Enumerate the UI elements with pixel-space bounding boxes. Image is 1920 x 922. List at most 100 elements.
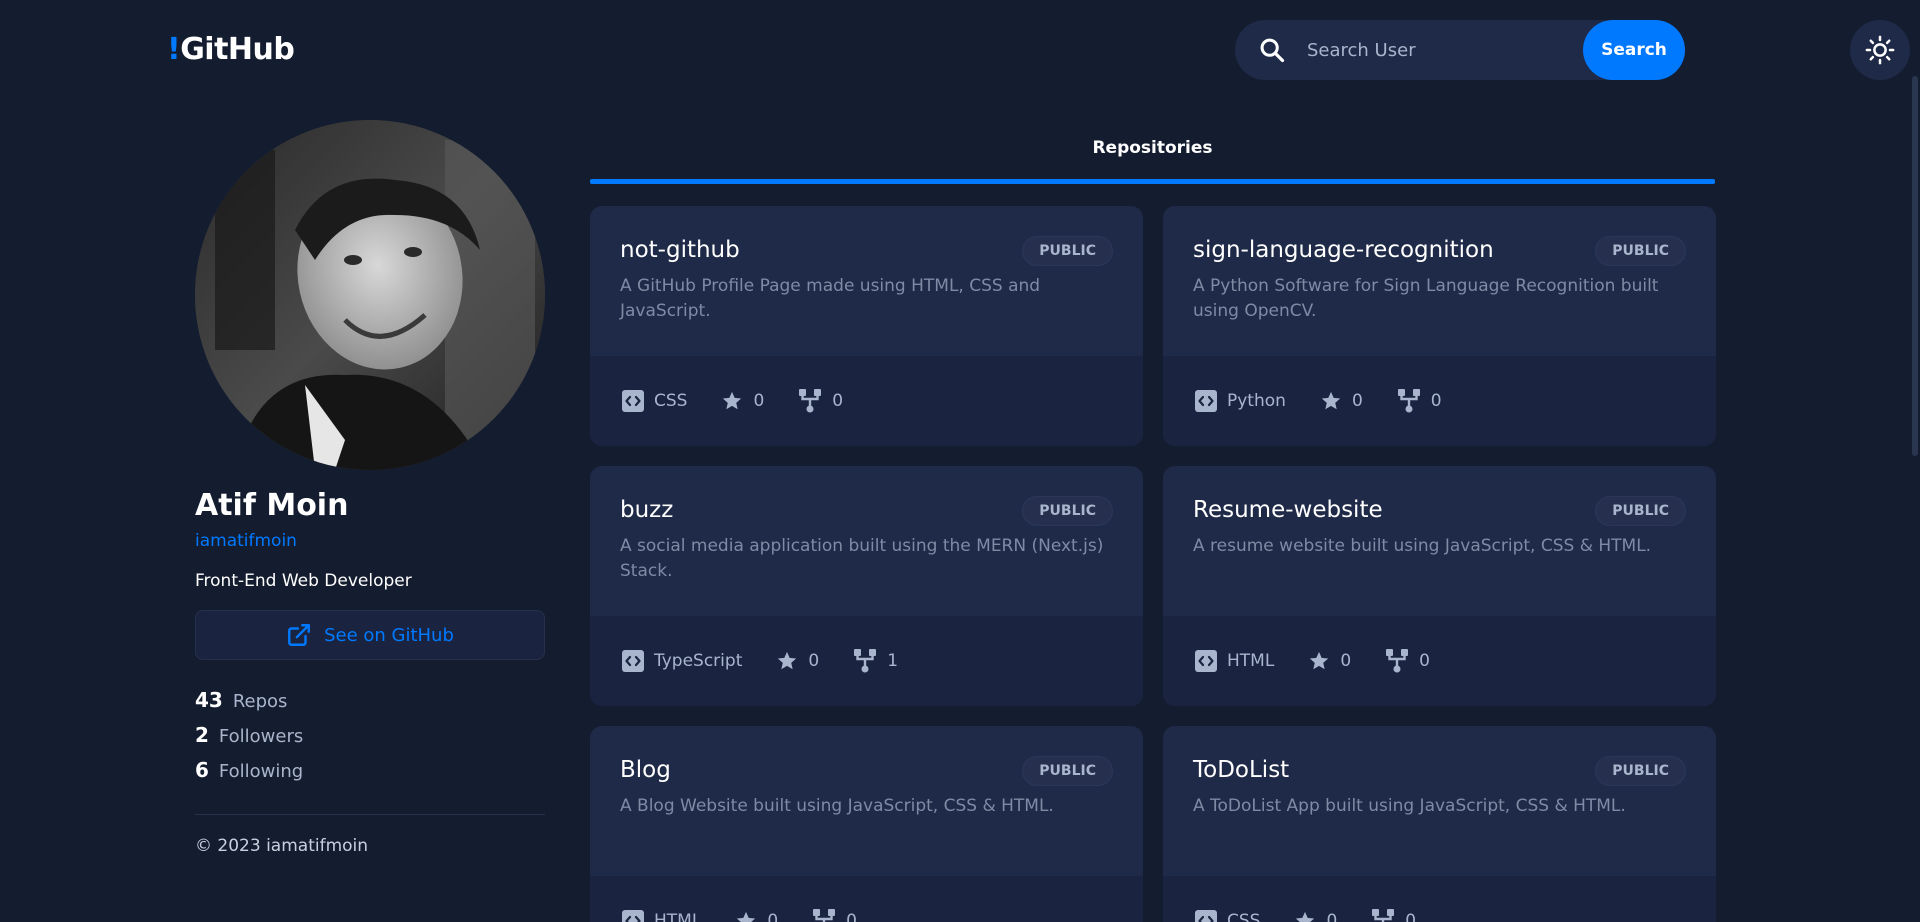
profile-login-link[interactable]: iamatifmoin (195, 531, 297, 551)
forks-count: 0 (1405, 911, 1417, 922)
profile-bio: Front-End Web Developer (195, 571, 412, 591)
fork-icon (1372, 909, 1395, 922)
repo-forks: 1 (853, 648, 898, 674)
star-icon (1310, 651, 1329, 670)
repo-stars: 0 (721, 390, 764, 412)
repo-language: TypeScript (622, 650, 742, 672)
language-label: TypeScript (654, 651, 743, 671)
repo-description: A GitHub Profile Page made using HTML, C… (620, 276, 1041, 321)
language-label: CSS (1227, 911, 1261, 922)
repo-card[interactable]: sign-language-recognition PUBLIC A Pytho… (1163, 206, 1716, 446)
scrollbar[interactable] (1912, 76, 1918, 456)
fork-icon (799, 389, 822, 413)
stat-following: 6 Following (195, 758, 303, 793)
stat-label: Repos (232, 691, 288, 712)
logo-text: GitHub (180, 32, 295, 67)
repo-forks: 0 (798, 388, 843, 414)
stars-count: 0 (753, 391, 765, 411)
fork-icon (1397, 389, 1420, 413)
theme-toggle-button[interactable] (1850, 20, 1910, 80)
profile-name: Atif Moin (195, 488, 349, 523)
repo-card[interactable]: Resume-website PUBLIC A resume website b… (1163, 466, 1716, 706)
repo-forks: 0 (812, 908, 857, 922)
stars-count: 0 (1340, 651, 1352, 671)
tab-active-indicator (590, 179, 1715, 184)
visibility-badge: PUBLIC (1022, 236, 1113, 266)
stat-repos: 43 Repos (195, 688, 303, 723)
logo[interactable]: ! GitHub (167, 32, 295, 67)
visibility-badge: PUBLIC (1595, 496, 1686, 526)
language-label: HTML (654, 911, 702, 922)
forks-count: 0 (1419, 651, 1430, 671)
repo-stars: 0 (735, 910, 778, 922)
repo-stars: 0 (1320, 390, 1363, 412)
repo-card[interactable]: not-github PUBLIC A GitHub Profile Page … (590, 206, 1143, 446)
stars-count: 0 (808, 651, 820, 671)
stat-label: Following (218, 761, 304, 782)
star-icon (778, 651, 797, 670)
stars-count: 0 (1351, 391, 1363, 411)
code-icon (622, 910, 644, 922)
repo-language: CSS (1195, 910, 1260, 922)
language-label: Python (1227, 391, 1286, 411)
see-on-github-label: See on GitHub (324, 624, 454, 646)
visibility-badge: PUBLIC (1595, 756, 1686, 786)
search-button[interactable]: Search (1583, 20, 1685, 80)
repo-card[interactable]: buzz PUBLIC A social media application b… (590, 466, 1143, 706)
code-icon (622, 390, 644, 412)
repo-forks: 0 (1397, 388, 1442, 414)
repo-description: A Python Software for Sign Language Reco… (1193, 276, 1659, 321)
visibility-badge: PUBLIC (1022, 496, 1113, 526)
repo-description: A Blog Website built using JavaScript, C… (620, 796, 1054, 816)
star-icon (737, 911, 756, 922)
stars-count: 0 (1326, 911, 1338, 922)
repo-language: HTML (622, 910, 701, 922)
visibility-badge: PUBLIC (1022, 756, 1113, 786)
language-label: HTML (1227, 651, 1275, 671)
page: ! GitHub Search User Search Atif Moin ia… (0, 0, 1920, 922)
repo-description: A social media application built using t… (620, 536, 1104, 581)
tab-repositories[interactable]: Repositories (590, 138, 1715, 158)
stat-value: 2 (195, 723, 209, 747)
external-link-icon (288, 624, 311, 646)
star-icon (723, 391, 742, 410)
sun-icon (1865, 35, 1895, 65)
copyright: © 2023 iamatifmoin (195, 836, 369, 856)
repo-forks: 0 (1385, 648, 1430, 674)
sidebar-divider (195, 814, 545, 815)
stat-followers: 2 Followers (195, 723, 303, 758)
repo-stars: 0 (1308, 650, 1351, 672)
avatar (195, 120, 545, 470)
forks-count: 0 (1430, 391, 1442, 411)
fork-icon (854, 649, 877, 673)
repo-description: A resume website built using JavaScript,… (1193, 536, 1652, 556)
stat-value: 43 (195, 688, 223, 712)
see-on-github-button[interactable]: See on GitHub (195, 610, 545, 660)
star-icon (1296, 911, 1315, 922)
search-input[interactable] (1307, 20, 1583, 80)
repo-card[interactable]: ToDoList PUBLIC A ToDoList App built usi… (1163, 726, 1716, 922)
repo-forks: 0 (1371, 908, 1416, 922)
repo-language: HTML (1195, 650, 1274, 672)
code-icon (1195, 650, 1217, 672)
stat-value: 6 (195, 758, 209, 782)
stat-label: Followers (218, 726, 304, 747)
repo-card[interactable]: Blog PUBLIC A Blog Website built using J… (590, 726, 1143, 922)
profile-stats: 43 Repos 2 Followers 6 Following (195, 688, 303, 793)
code-icon (1195, 910, 1217, 922)
stars-count: 0 (767, 911, 779, 922)
star-icon (1321, 391, 1341, 410)
forks-count: 0 (846, 911, 857, 922)
code-icon (622, 650, 644, 672)
avatar-photo (195, 120, 545, 470)
forks-count: 0 (832, 391, 844, 411)
repo-language: CSS (622, 390, 687, 412)
visibility-badge: PUBLIC (1595, 236, 1686, 266)
forks-count: 1 (887, 651, 899, 671)
logo-bang: ! (167, 32, 181, 67)
repo-language: Python (1195, 390, 1286, 412)
repo-description: A ToDoList App built using JavaScript, C… (1193, 796, 1626, 816)
code-icon (1195, 390, 1217, 412)
fork-icon (1386, 649, 1409, 673)
repo-stars: 0 (1294, 910, 1337, 922)
